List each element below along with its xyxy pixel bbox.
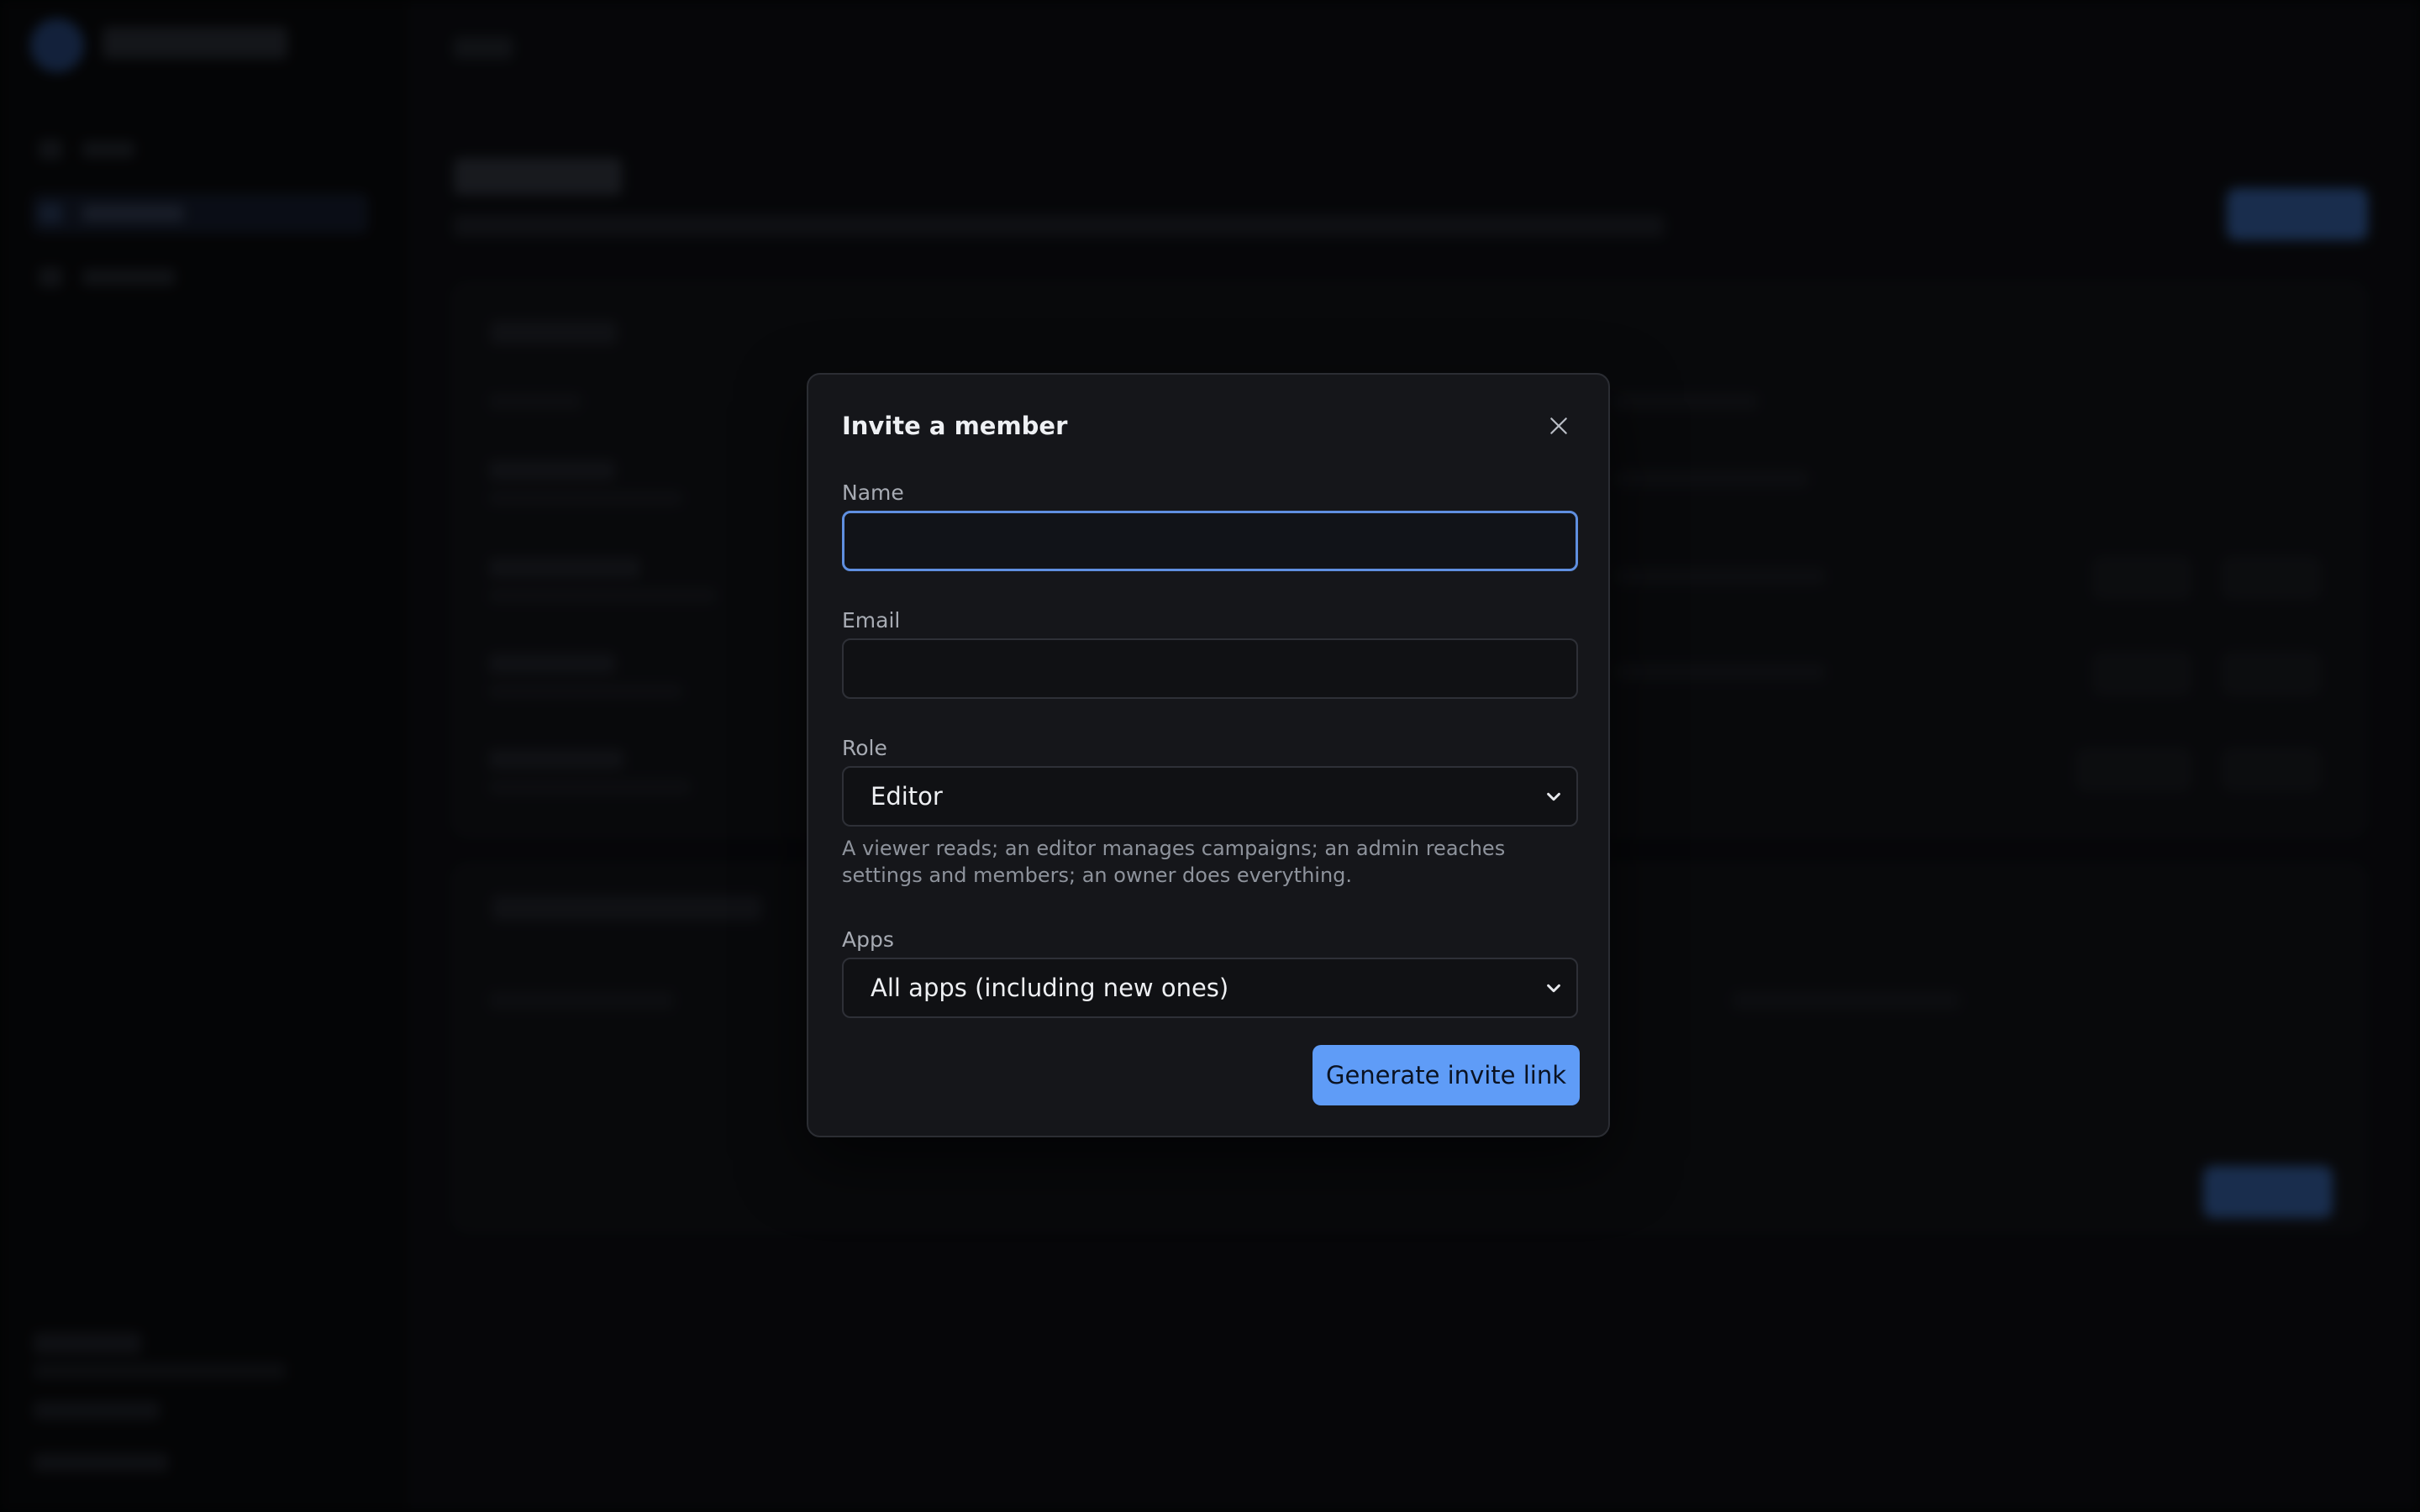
apps-label: Apps	[842, 927, 894, 952]
close-button[interactable]	[1539, 407, 1578, 445]
email-label: Email	[842, 608, 901, 633]
chevron-down-icon	[1547, 792, 1560, 801]
invite-member-dialog: Invite a member Name Email Role Editor A…	[807, 373, 1610, 1137]
apps-selected-value: All apps (including new ones)	[871, 974, 1229, 1002]
apps-select[interactable]: All apps (including new ones)	[842, 958, 1578, 1018]
close-icon	[1550, 417, 1567, 434]
role-select[interactable]: Editor	[842, 766, 1578, 827]
role-selected-value: Editor	[871, 782, 943, 811]
dialog-title: Invite a member	[842, 412, 1068, 440]
email-input[interactable]	[842, 638, 1578, 699]
chevron-down-icon	[1547, 984, 1560, 993]
role-hint: A viewer reads; an editor manages campai…	[842, 837, 1506, 887]
name-label: Name	[842, 480, 904, 505]
role-label: Role	[842, 736, 887, 760]
generate-invite-link-button[interactable]: Generate invite link	[1313, 1045, 1580, 1105]
name-input[interactable]	[842, 511, 1578, 571]
